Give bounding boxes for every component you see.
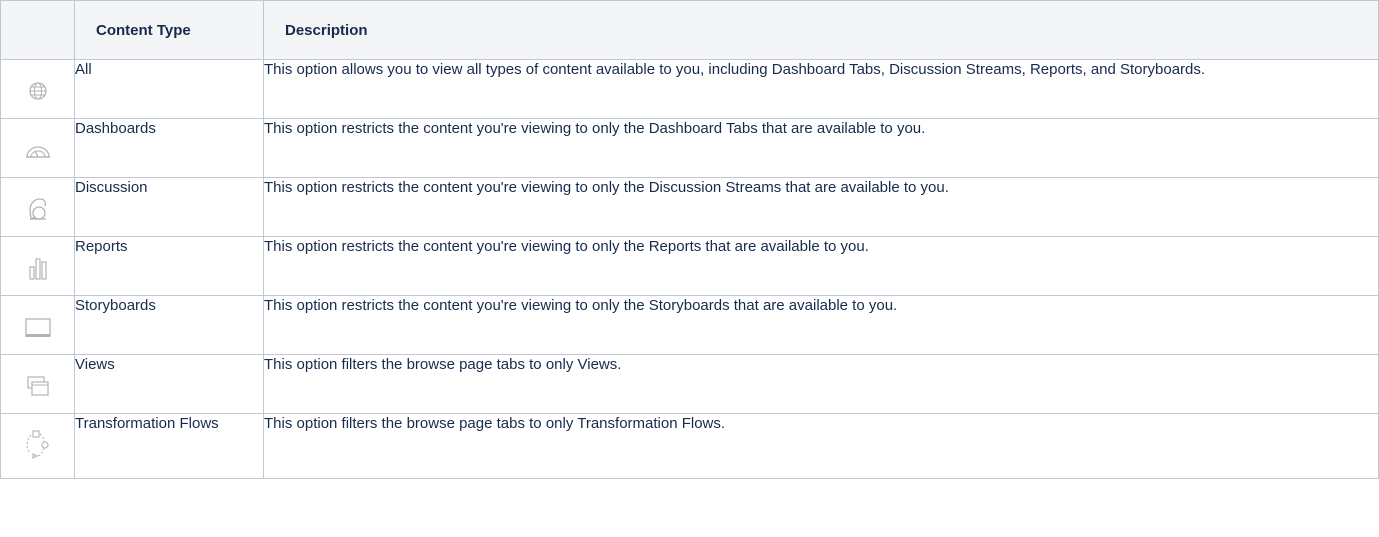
table-row: Dashboards This option restricts the con… xyxy=(0,118,1379,178)
icon-cell xyxy=(0,295,75,355)
table-row: Storyboards This option restricts the co… xyxy=(0,295,1379,355)
description-cell: This option restricts the content you're… xyxy=(263,236,1379,296)
content-type-cell: Discussion xyxy=(74,177,264,237)
icon-cell xyxy=(0,118,75,178)
table-row: Reports This option restricts the conten… xyxy=(0,236,1379,296)
description-cell: This option restricts the content you're… xyxy=(263,177,1379,237)
icon-cell xyxy=(0,413,75,479)
icon-column-header xyxy=(0,0,75,60)
description-cell: This option filters the browse page tabs… xyxy=(263,354,1379,414)
storyboard-icon xyxy=(25,318,51,337)
transformation-flow-icon xyxy=(26,430,49,459)
icon-cell xyxy=(0,177,75,237)
table-row: Views This option filters the browse pag… xyxy=(0,354,1379,414)
content-type-cell: Views xyxy=(74,354,264,414)
content-type-cell: Reports xyxy=(74,236,264,296)
dashboard-gauge-icon xyxy=(26,146,50,158)
discussion-icon xyxy=(29,198,46,220)
icon-cell xyxy=(0,236,75,296)
content-type-cell: Storyboards xyxy=(74,295,264,355)
content-type-column-header: Content Type xyxy=(74,0,264,60)
description-cell: This option restricts the content you're… xyxy=(263,118,1379,178)
content-type-cell: Transformation Flows xyxy=(74,413,264,479)
content-type-cell: Dashboards xyxy=(74,118,264,178)
table-row: All This option allows you to view all t… xyxy=(0,59,1379,119)
table-header-row: Content Type Description xyxy=(0,0,1379,60)
table-row: Transformation Flows This option filters… xyxy=(0,413,1379,479)
description-cell: This option allows you to view all types… xyxy=(263,59,1379,119)
bar-chart-icon xyxy=(29,258,47,280)
description-column-header: Description xyxy=(263,0,1379,60)
description-cell: This option restricts the content you're… xyxy=(263,295,1379,355)
content-type-table: Content Type Description All This option… xyxy=(0,0,1379,479)
table-row: Discussion This option restricts the con… xyxy=(0,177,1379,237)
content-type-cell: All xyxy=(74,59,264,119)
views-icon xyxy=(27,376,49,396)
description-cell: This option filters the browse page tabs… xyxy=(263,413,1379,479)
globe-icon xyxy=(29,82,47,100)
icon-cell xyxy=(0,354,75,414)
icon-cell xyxy=(0,59,75,119)
